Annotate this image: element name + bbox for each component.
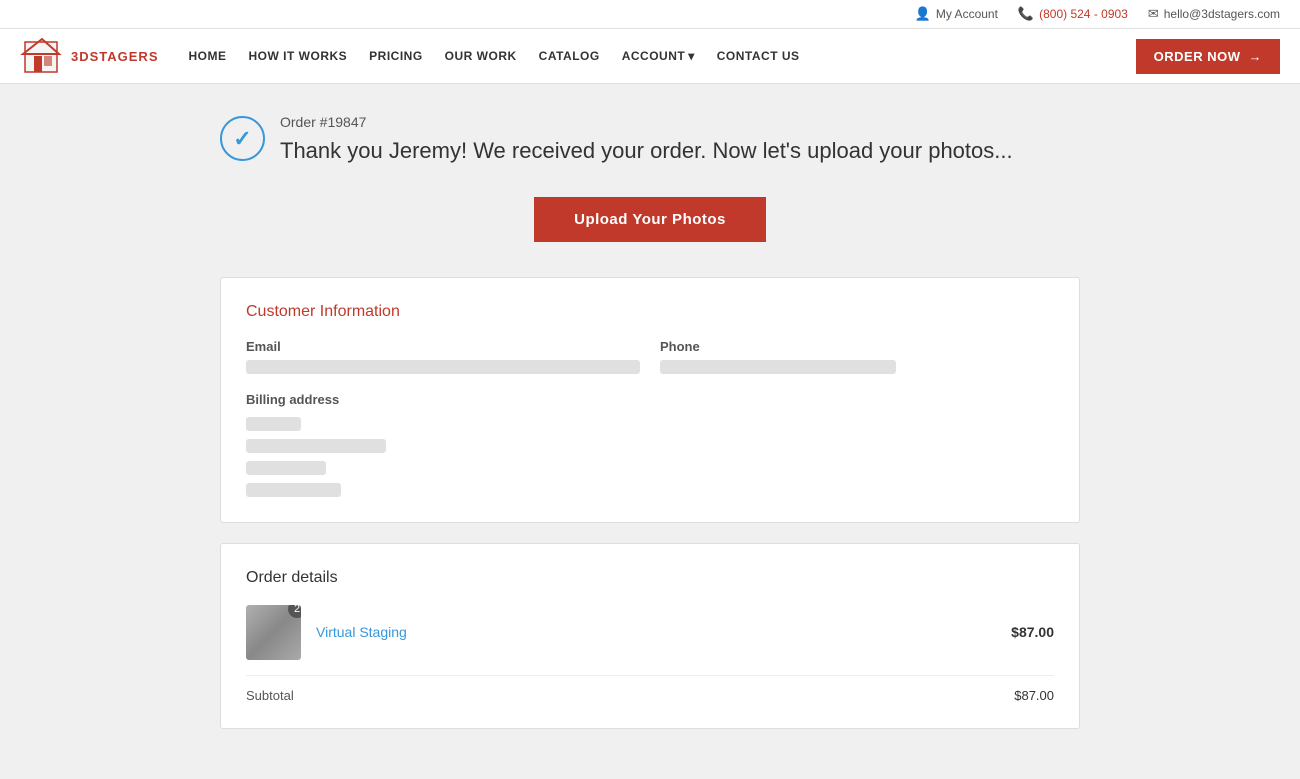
nav-contact-us[interactable]: CONTACT US xyxy=(717,49,800,63)
order-message: Thank you Jeremy! We received your order… xyxy=(280,136,1013,167)
phone-icon: 📞 xyxy=(1018,6,1034,22)
order-now-label: ORDER NOW xyxy=(1154,49,1241,64)
logo-text: 3DSTAGERS xyxy=(71,49,159,64)
contact-info-grid: Email Phone xyxy=(246,339,1054,374)
billing-label: Billing address xyxy=(246,392,1054,407)
billing-line-2 xyxy=(246,439,386,453)
logo[interactable]: 3DSTAGERS xyxy=(20,34,159,79)
nav-pricing[interactable]: PRICING xyxy=(369,49,423,63)
nav-account-label: ACCOUNT xyxy=(622,49,686,63)
billing-line-1 xyxy=(246,417,301,431)
main-nav: 3DSTAGERS HOME HOW IT WORKS PRICING OUR … xyxy=(0,29,1300,84)
nav-home[interactable]: HOME xyxy=(189,49,227,63)
order-details-title: Order details xyxy=(246,569,1054,587)
nav-how-it-works[interactable]: HOW IT WORKS xyxy=(249,49,348,63)
phone-value-blurred xyxy=(660,360,896,374)
account-link[interactable]: 👤 My Account xyxy=(915,6,998,22)
billing-lines xyxy=(246,417,1054,497)
subtotal-row: Subtotal $87.00 xyxy=(246,676,1054,703)
main-content: ✓ Order #19847 Thank you Jeremy! We rece… xyxy=(200,84,1100,779)
phone-number: (800) 524 - 0903 xyxy=(1039,7,1128,21)
order-item-row: 2 Virtual Staging $87.00 xyxy=(246,605,1054,676)
account-icon: 👤 xyxy=(915,6,931,22)
phone-field: Phone xyxy=(660,339,1054,374)
top-bar: 👤 My Account 📞 (800) 524 - 0903 ✉ hello@… xyxy=(0,0,1300,29)
billing-section: Billing address xyxy=(246,392,1054,497)
upload-photos-button[interactable]: Upload Your Photos xyxy=(534,197,766,242)
email-icon: ✉ xyxy=(1148,6,1159,22)
nav-catalog[interactable]: CATALOG xyxy=(539,49,600,63)
order-now-button[interactable]: ORDER NOW → xyxy=(1136,39,1280,74)
chevron-down-icon: ▾ xyxy=(688,49,695,63)
email-value-blurred xyxy=(246,360,640,374)
phone-label: Phone xyxy=(660,339,1054,354)
upload-section: Upload Your Photos xyxy=(220,197,1080,242)
arrow-right-icon: → xyxy=(1249,49,1263,64)
email-info: ✉ hello@3dstagers.com xyxy=(1148,6,1280,22)
order-text: Order #19847 Thank you Jeremy! We receiv… xyxy=(280,114,1013,167)
email-address: hello@3dstagers.com xyxy=(1164,7,1280,21)
nav-links: HOME HOW IT WORKS PRICING OUR WORK CATAL… xyxy=(189,49,1136,63)
billing-line-3 xyxy=(246,461,326,475)
checkmark-icon: ✓ xyxy=(233,126,251,152)
customer-info-card: Customer Information Email Phone Billing… xyxy=(220,277,1080,523)
product-name[interactable]: Virtual Staging xyxy=(316,624,996,640)
account-label: My Account xyxy=(936,7,998,21)
nav-account[interactable]: ACCOUNT ▾ xyxy=(622,49,695,63)
nav-our-work[interactable]: OUR WORK xyxy=(445,49,517,63)
order-confirmation: ✓ Order #19847 Thank you Jeremy! We rece… xyxy=(220,114,1080,167)
check-circle: ✓ xyxy=(220,116,265,161)
email-field: Email xyxy=(246,339,640,374)
order-number: Order #19847 xyxy=(280,114,1013,130)
order-details-card: Order details 2 Virtual Staging $87.00 S… xyxy=(220,543,1080,729)
billing-line-4 xyxy=(246,483,341,497)
product-thumbnail: 2 xyxy=(246,605,301,660)
subtotal-label: Subtotal xyxy=(246,688,294,703)
product-price: $87.00 xyxy=(1011,624,1054,640)
phone-info: 📞 (800) 524 - 0903 xyxy=(1018,6,1128,22)
email-label: Email xyxy=(246,339,640,354)
subtotal-value: $87.00 xyxy=(1014,688,1054,703)
customer-info-title: Customer Information xyxy=(246,303,1054,321)
logo-icon xyxy=(20,34,65,79)
